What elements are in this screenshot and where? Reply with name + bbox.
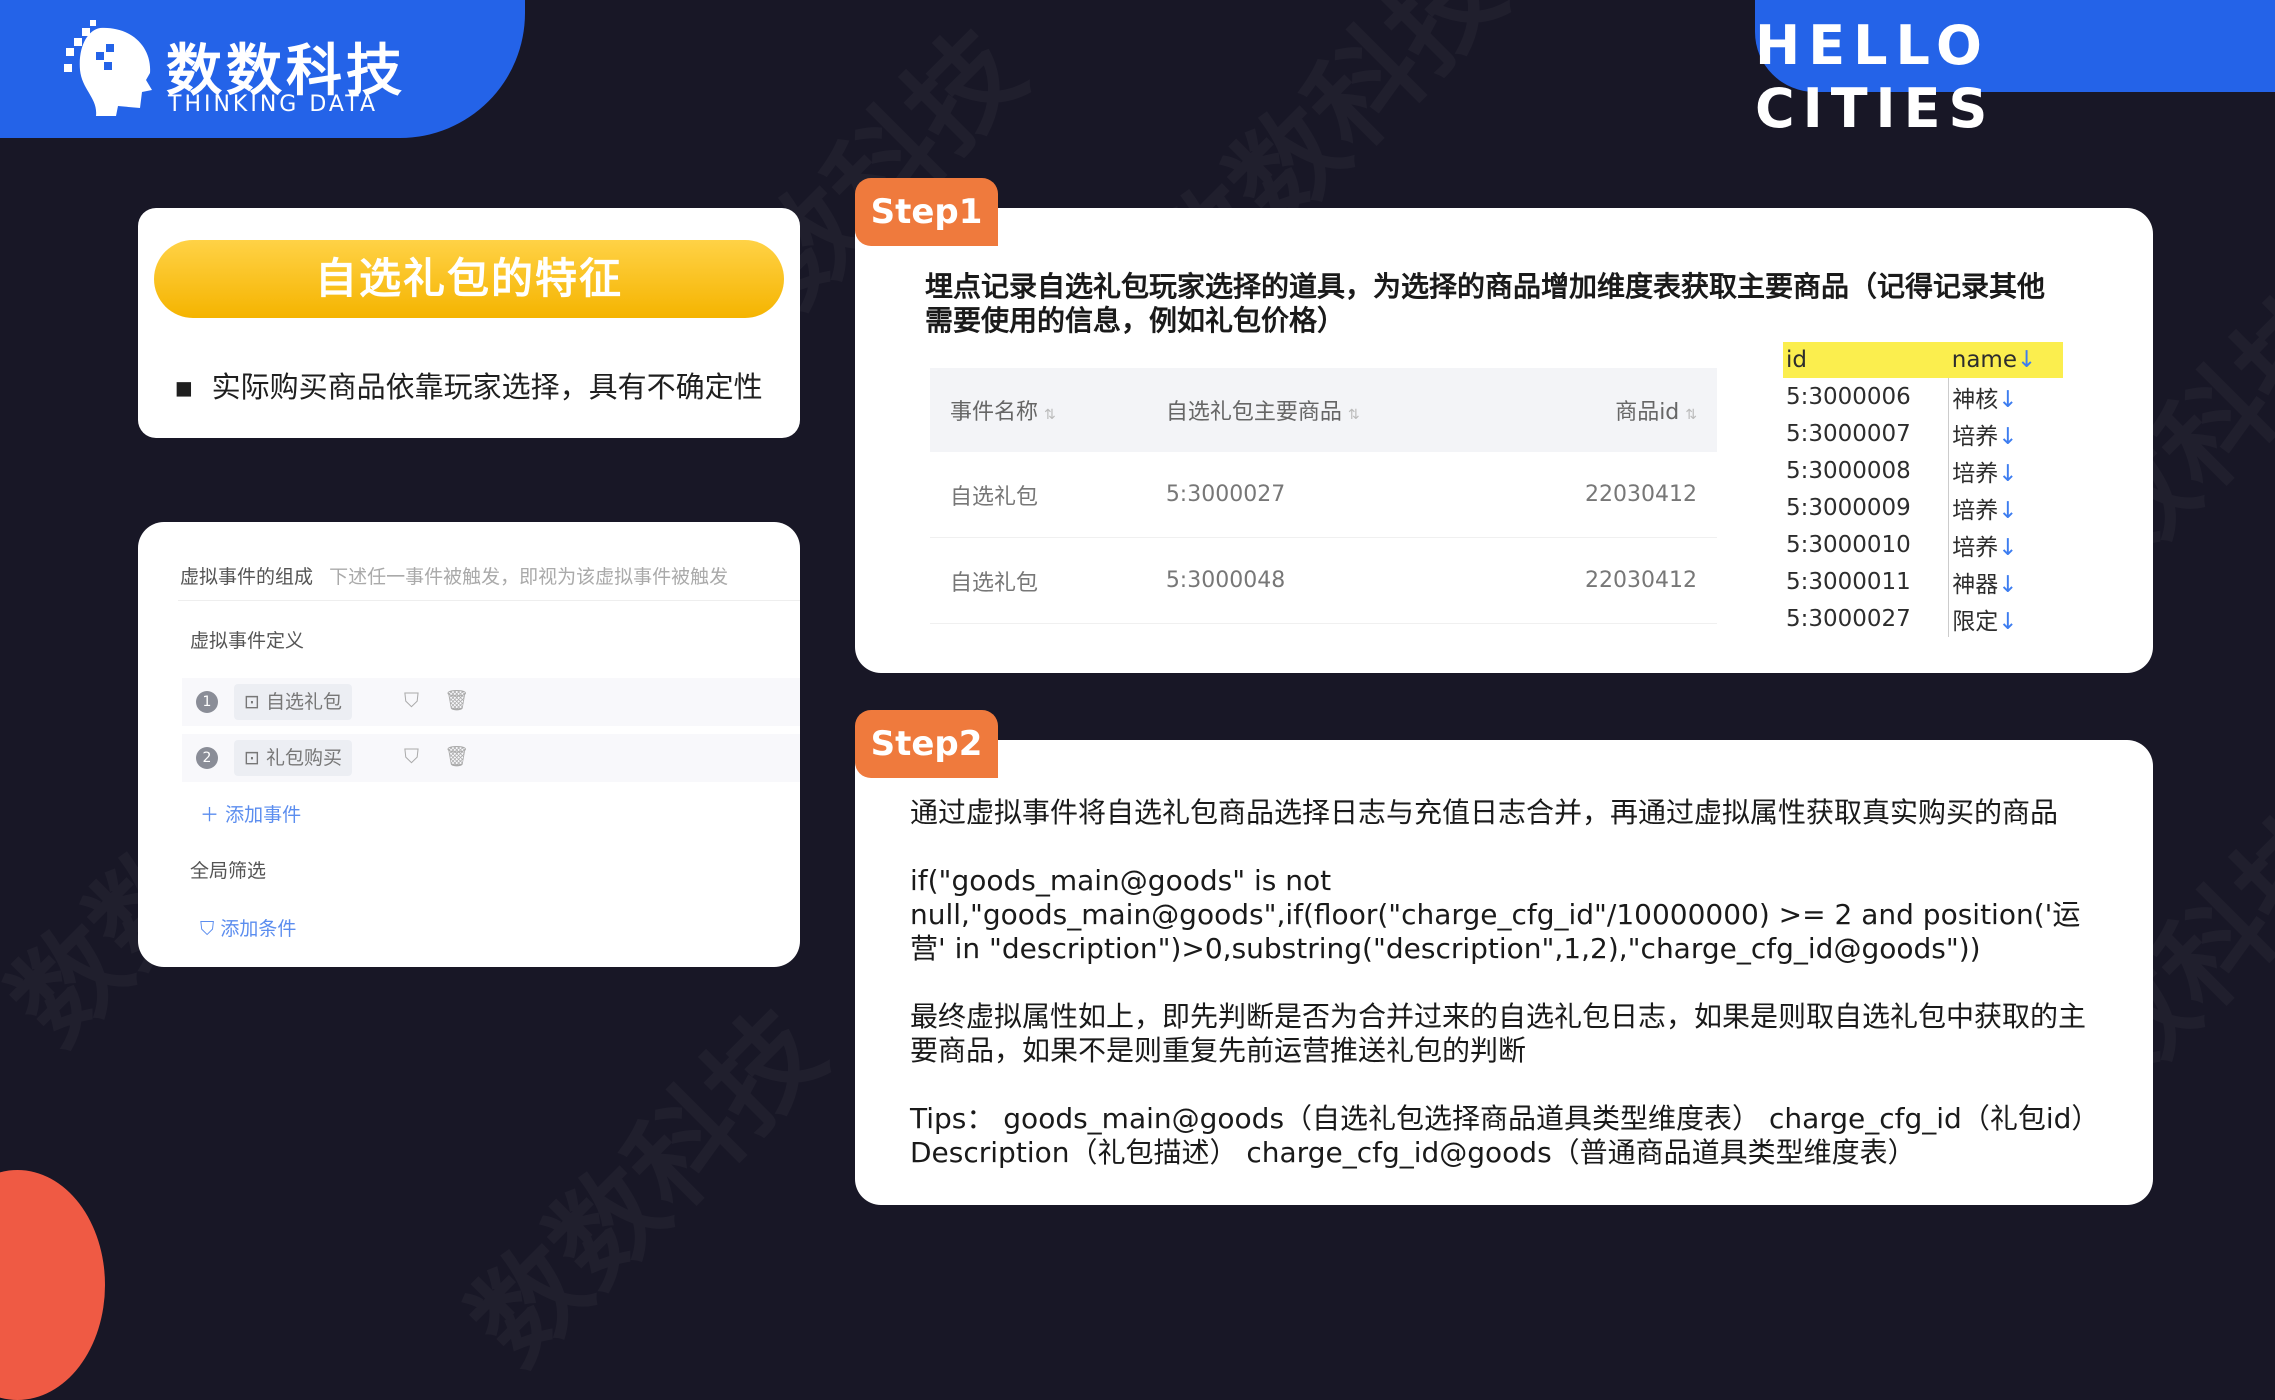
virtual-event-panel: 虚拟事件的组成 下述任一事件被触发，即视为该虚拟事件被触发 虚拟事件定义 1 ⊡… xyxy=(138,522,800,967)
add-event-button[interactable]: ＋ 添加事件 xyxy=(200,800,301,827)
table-cell: 培养↓ xyxy=(1948,526,2063,563)
table-header-row: id name↓ xyxy=(1783,342,2063,378)
table-row: 自选礼包 5:3000048 22030412 xyxy=(930,537,1717,624)
table-cell: 神核↓ xyxy=(1948,378,2063,415)
event-index-badge: 2 xyxy=(196,747,218,769)
plus-icon: ＋ xyxy=(200,804,220,826)
column-header[interactable]: 自选礼包主要商品 ⇅ xyxy=(1145,368,1492,452)
event-name: 自选礼包 xyxy=(265,691,342,713)
virtual-event-hint: 下述任一事件被触发，即视为该虚拟事件被触发 xyxy=(329,566,729,588)
brand-name-en: THINKING DATA xyxy=(168,92,379,117)
virtual-event-header: 虚拟事件的组成 下述任一事件被触发，即视为该虚拟事件被触发 xyxy=(180,562,728,589)
table-cell: 22030412 xyxy=(1491,537,1717,624)
table-row: 5:3000010 培养↓ xyxy=(1783,526,2063,563)
arrow-down-icon: ↓ xyxy=(1998,423,2018,450)
global-filter-label: 全局筛选 xyxy=(190,860,267,882)
table-cell: 5:3000008 xyxy=(1786,457,1911,484)
column-header: name↓ xyxy=(1948,342,2063,378)
table-header-row: 事件名称 ⇅ 自选礼包主要商品 ⇅ 商品id ⇅ xyxy=(930,368,1717,452)
table-cell: 自选礼包 xyxy=(930,452,1146,538)
table-row: 自选礼包 5:3000027 22030412 xyxy=(930,452,1717,538)
sort-icon[interactable]: ⇅ xyxy=(1348,407,1360,423)
feature-bullet: 实际购买商品依靠玩家选择，具有不确定性 xyxy=(174,364,763,406)
feature-title: 自选礼包的特征 xyxy=(154,240,784,318)
sort-icon[interactable]: ⇅ xyxy=(1685,407,1697,423)
filter-icon[interactable]: ⛉ xyxy=(404,688,419,712)
step2-paragraph: 通过虚拟事件将自选礼包商品选择日志与充值日志合并，再通过虚拟属性获取真实购买的商… xyxy=(910,796,2059,829)
add-event-label: 添加事件 xyxy=(225,804,302,826)
decorative-circle xyxy=(0,1170,105,1400)
step1-card: 埋点记录自选礼包玩家选择的道具，为选择的商品增加维度表获取主要商品（记得记录其他… xyxy=(855,208,2153,673)
table-cell: 神器↓ xyxy=(1948,563,2063,600)
table-cell: 培养↓ xyxy=(1948,489,2063,526)
dimension-table: id name↓ 5:3000006 神核↓ 5:3000007 培养↓ 5:300… xyxy=(1783,342,2063,637)
arrow-down-icon: ↓ xyxy=(1998,497,2018,524)
event-row: 2 ⊡ 礼包购买 ⛉ 🗑 xyxy=(182,734,800,782)
column-header[interactable]: 商品id ⇅ xyxy=(1491,368,1717,452)
step2-card: 通过虚拟事件将自选礼包商品选择日志与充值日志合并，再通过虚拟属性获取真实购买的商… xyxy=(855,740,2153,1205)
table-row: 5:3000011 神器↓ xyxy=(1783,563,2063,600)
table-cell: 5:3000048 xyxy=(1145,537,1492,624)
feature-card: 自选礼包的特征 实际购买商品依靠玩家选择，具有不确定性 xyxy=(138,208,800,438)
event-type-icon: ⊡ xyxy=(244,747,260,769)
table-cell: 22030412 xyxy=(1491,452,1717,538)
event-row: 1 ⊡ 自选礼包 ⛉ 🗑 xyxy=(182,678,800,726)
arrow-down-icon: ↓ xyxy=(1998,534,2018,561)
table-cell: 5:3000007 xyxy=(1786,420,1911,447)
arrow-down-icon: ↓ xyxy=(2016,347,2037,373)
event-selector[interactable]: ⊡ 礼包购买 xyxy=(234,740,352,776)
table-cell: 5:3000006 xyxy=(1786,383,1911,410)
table-row: 5:3000007 培养↓ xyxy=(1783,415,2063,452)
slogan-text: HELLO CITIES xyxy=(1755,14,1996,140)
virtual-event-definition-label: 虚拟事件定义 xyxy=(190,630,305,652)
table-cell: 5:3000010 xyxy=(1786,531,1911,558)
arrow-down-icon: ↓ xyxy=(1998,386,2018,413)
table-cell: 自选礼包 xyxy=(930,537,1146,624)
virtual-event-title: 虚拟事件的组成 xyxy=(180,566,314,588)
table-row: 5:3000027 限定↓ xyxy=(1783,600,2063,637)
arrow-down-icon: ↓ xyxy=(1998,608,2018,635)
event-type-icon: ⊡ xyxy=(244,691,260,713)
table-row: 5:3000006 神核↓ xyxy=(1783,378,2063,415)
step1-description: 埋点记录自选礼包玩家选择的道具，为选择的商品增加维度表获取主要商品（记得记录其他… xyxy=(925,270,2046,337)
watermark: 数数科技 xyxy=(428,968,852,1392)
slogan-bar: HELLO CITIES xyxy=(1755,0,2275,140)
table-cell: 5:3000027 xyxy=(1786,605,1911,632)
step2-tips: Tips： goods_main@goods（自选礼包选择商品道具类型维度表） … xyxy=(910,1102,2100,1169)
filter-icon: ⛉ xyxy=(200,918,215,940)
step2-paragraph: 最终虚拟属性如上，即先判断是否为合并过来的自选礼包日志，如果是则取自选礼包中获取… xyxy=(910,1000,2087,1067)
table-cell: 限定↓ xyxy=(1948,600,2063,637)
table-row: 5:3000008 培养↓ xyxy=(1783,452,2063,489)
step2-tag: Step2 xyxy=(855,710,998,778)
step1-tag: Step1 xyxy=(855,178,998,246)
divider xyxy=(178,600,800,601)
event-name: 礼包购买 xyxy=(265,747,342,769)
arrow-down-icon: ↓ xyxy=(1998,460,2018,487)
add-condition-label: 添加条件 xyxy=(220,918,297,940)
step2-formula: if("goods_main@goods" is not null,"goods… xyxy=(910,864,2081,965)
add-condition-button[interactable]: ⛉ 添加条件 xyxy=(200,914,296,941)
table-cell: 5:3000027 xyxy=(1145,452,1492,538)
trash-icon[interactable]: 🗑 xyxy=(444,744,469,768)
table-row: 5:3000009 培养↓ xyxy=(1783,489,2063,526)
brand-header: 数数科技 THINKING DATA xyxy=(0,0,525,138)
trash-icon[interactable]: 🗑 xyxy=(444,688,469,712)
brain-logo-icon xyxy=(64,20,152,116)
arrow-down-icon: ↓ xyxy=(1998,571,2018,598)
table-cell: 培养↓ xyxy=(1948,452,2063,489)
column-header: id xyxy=(1783,342,1949,378)
filter-icon[interactable]: ⛉ xyxy=(404,744,419,768)
event-index-badge: 1 xyxy=(196,691,218,713)
feature-bullet-text: 实际购买商品依靠玩家选择，具有不确定性 xyxy=(211,370,763,404)
event-table: 事件名称 ⇅ 自选礼包主要商品 ⇅ 商品id ⇅ 自选礼包 5:3000027 220… xyxy=(930,368,1717,624)
sort-icon[interactable]: ⇅ xyxy=(1044,407,1056,423)
step2-body: 通过虚拟事件将自选礼包商品选择日志与充值日志合并，再通过虚拟属性获取真实购买的商… xyxy=(910,796,2110,1204)
column-header[interactable]: 事件名称 ⇅ xyxy=(930,368,1146,452)
table-cell: 5:3000009 xyxy=(1786,494,1911,521)
table-cell: 培养↓ xyxy=(1948,415,2063,452)
table-cell: 5:3000011 xyxy=(1786,568,1911,595)
event-selector[interactable]: ⊡ 自选礼包 xyxy=(234,684,352,720)
